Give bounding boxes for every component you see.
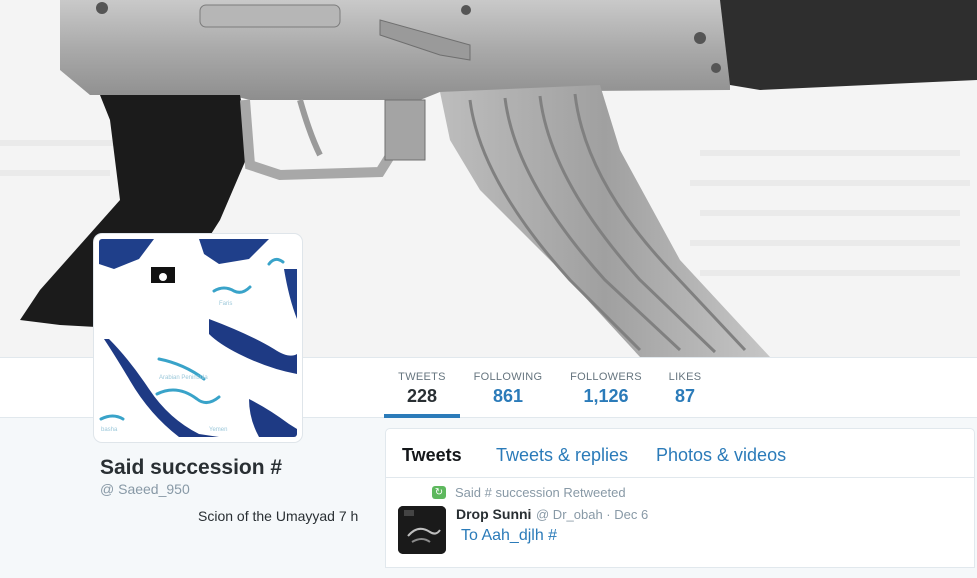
stat-tweets-label: TWEETS	[398, 371, 446, 383]
stat-following-value: 861	[492, 386, 524, 406]
tab-photos-videos[interactable]: Photos & videos	[656, 445, 786, 466]
stat-likes-value: 87	[674, 386, 696, 406]
retweet-icon: ↻	[432, 486, 446, 499]
stat-tweets[interactable]: TWEETS 228	[384, 358, 460, 418]
tweet[interactable]: ↻ Said # succession Retweeted Drop Sunni…	[386, 478, 974, 578]
stat-likes[interactable]: LIKES 87	[662, 358, 708, 418]
timeline: Tweets Tweets & replies Photos & videos …	[385, 428, 975, 568]
profile-handle[interactable]: @ Saeed_950	[100, 481, 190, 497]
tweet-author-meta[interactable]: @ Dr_obah · Dec 6	[536, 507, 648, 522]
profile-bio: Scion of the Umayyad 7 h	[198, 508, 359, 524]
stat-following[interactable]: FOLLOWING 861	[470, 358, 546, 418]
stat-followers-value: 1,126	[583, 386, 629, 406]
stat-following-label: FOLLOWING	[473, 371, 543, 383]
retweet-context[interactable]: Said # succession Retweeted	[455, 485, 626, 500]
timeline-tabs: Tweets Tweets & replies Photos & videos	[386, 429, 974, 478]
profile-name[interactable]: Said succession #	[100, 456, 282, 480]
svg-text:Faris: Faris	[219, 301, 232, 307]
svg-text:Arabian Peninsula: Arabian Peninsula	[159, 375, 208, 381]
svg-text:basha: basha	[101, 427, 118, 433]
stat-likes-label: LIKES	[668, 371, 702, 383]
stat-tweets-value: 228	[406, 386, 438, 406]
tweet-author-avatar[interactable]	[398, 506, 446, 554]
tab-tweets-replies[interactable]: Tweets & replies	[496, 445, 628, 466]
stat-followers-label: FOLLOWERS	[570, 371, 642, 383]
profile-avatar[interactable]: Faris Arabian Peninsula Yemen basha	[94, 234, 302, 442]
tab-tweets[interactable]: Tweets	[402, 445, 462, 466]
stat-followers[interactable]: FOLLOWERS 1,126	[566, 358, 646, 418]
tweet-text[interactable]: To Aah_djlh #	[461, 527, 557, 545]
svg-text:Yemen: Yemen	[209, 427, 227, 433]
tweet-author-name[interactable]: Drop Sunni	[456, 506, 531, 522]
